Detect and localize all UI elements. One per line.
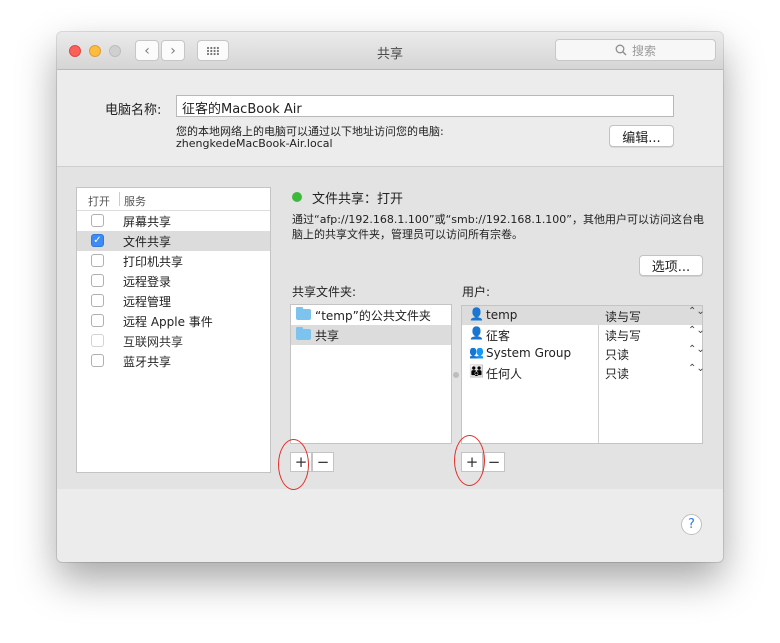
user-name: System Group <box>486 346 572 360</box>
permission-select[interactable]: 读与写 <box>605 308 641 325</box>
remove-folder-button[interactable]: − <box>312 452 334 472</box>
group-icon: 👥 <box>469 345 484 359</box>
split-handle[interactable] <box>453 372 459 378</box>
service-checkbox[interactable] <box>91 254 104 267</box>
search-icon <box>615 44 627 56</box>
users-list[interactable]: 👤 temp 读与写 ⌃⌄ 👤 征客 读与写 ⌃⌄ 👥 System Group… <box>461 305 705 444</box>
service-label: 打印机共享 <box>123 255 184 269</box>
annotation-circle <box>454 435 485 486</box>
service-label: 文件共享 <box>123 235 172 249</box>
service-checkbox[interactable] <box>91 334 104 347</box>
everyone-icon: 👪 <box>469 364 484 378</box>
folder-row[interactable]: 共享 <box>291 325 451 345</box>
folder-label: 共享 <box>315 329 340 343</box>
service-checkbox[interactable] <box>91 314 104 327</box>
folder-label: “temp”的公共文件夹 <box>315 309 431 323</box>
search-input[interactable]: 搜索 <box>555 39 716 61</box>
local-address: zhengkedeMacBook-Air.local <box>176 137 333 150</box>
user-name: 任何人 <box>486 367 523 381</box>
user-name: 征客 <box>486 329 511 343</box>
service-list[interactable]: 打开 服务 屏幕共享 ✓ 文件共享 打印机共享 远程登录 远程管理 远程 App… <box>76 187 271 473</box>
permission-select[interactable]: 只读 <box>605 365 629 382</box>
title-bar: ‹ › 共享 搜索 <box>57 32 723 70</box>
service-label: 远程登录 <box>123 275 172 289</box>
header-service: 服务 <box>124 195 146 208</box>
service-row-bluetooth-sharing[interactable]: 蓝牙共享 <box>77 351 270 371</box>
computer-name-label: 电脑名称: <box>105 103 162 118</box>
service-row-remote-login[interactable]: 远程登录 <box>77 271 270 291</box>
shared-folders-label: 共享文件夹: <box>292 285 357 299</box>
folder-icon <box>296 307 311 320</box>
user-row[interactable]: 👤 temp 读与写 ⌃⌄ <box>462 306 705 325</box>
service-row-printer-sharing[interactable]: 打印机共享 <box>77 251 270 271</box>
user-row[interactable]: 👤 征客 读与写 ⌃⌄ <box>462 325 705 344</box>
service-row-screen-sharing[interactable]: 屏幕共享 <box>77 211 270 231</box>
service-checkbox[interactable] <box>91 354 104 367</box>
folder-row[interactable]: “temp”的公共文件夹 <box>291 305 451 325</box>
chevron-updown-icon: ⌃⌄ <box>688 363 705 374</box>
sharing-window: ‹ › 共享 搜索 电脑名称: 征客的MacBook Air 您的本地网络上的电… <box>57 32 723 562</box>
service-list-header: 打开 服务 <box>77 188 270 211</box>
search-placeholder: 搜索 <box>631 43 656 58</box>
users-label: 用户: <box>462 285 491 299</box>
file-sharing-status: 文件共享：打开 <box>312 192 404 207</box>
service-checkbox[interactable] <box>91 214 104 227</box>
service-row-file-sharing[interactable]: ✓ 文件共享 <box>77 231 270 251</box>
folder-icon <box>296 327 311 340</box>
shared-folders-list[interactable]: “temp”的公共文件夹 共享 <box>290 304 452 444</box>
options-button[interactable]: 选项... <box>639 255 703 276</box>
help-button[interactable]: ? <box>681 514 702 535</box>
permission-select[interactable]: 只读 <box>605 346 629 363</box>
chevron-updown-icon: ⌃⌄ <box>688 306 705 317</box>
service-checkbox[interactable] <box>91 274 104 287</box>
user-icon: 👤 <box>469 307 484 321</box>
status-indicator <box>292 192 302 202</box>
service-row-remote-apple-events[interactable]: 远程 Apple 事件 <box>77 311 270 331</box>
file-sharing-description: 通过“afp://192.168.1.100”或“smb://192.168.1… <box>292 213 705 241</box>
user-row[interactable]: 👪 任何人 只读 ⌃⌄ <box>462 363 705 382</box>
service-checkbox[interactable] <box>91 294 104 307</box>
service-label: 远程管理 <box>123 295 172 309</box>
user-row[interactable]: 👥 System Group 只读 ⌃⌄ <box>462 344 705 363</box>
service-label: 蓝牙共享 <box>123 355 172 369</box>
service-label: 屏幕共享 <box>123 215 172 229</box>
user-icon: 👤 <box>469 326 484 340</box>
service-checkbox-checked[interactable]: ✓ <box>91 234 104 247</box>
remove-user-button[interactable]: − <box>483 452 505 472</box>
service-row-remote-management[interactable]: 远程管理 <box>77 291 270 311</box>
annotation-circle <box>278 439 309 490</box>
user-name: temp <box>486 308 518 322</box>
service-label: 互联网共享 <box>123 335 184 349</box>
service-label: 远程 Apple 事件 <box>123 315 213 329</box>
service-row-internet-sharing[interactable]: 互联网共享 <box>77 331 270 351</box>
edit-button[interactable]: 编辑... <box>609 125 674 147</box>
chevron-updown-icon: ⌃⌄ <box>688 344 705 355</box>
permission-select[interactable]: 读与写 <box>605 327 641 344</box>
header-on: 打开 <box>88 195 110 208</box>
computer-name-field[interactable]: 征客的MacBook Air <box>176 95 674 117</box>
chevron-updown-icon: ⌃⌄ <box>688 325 705 336</box>
